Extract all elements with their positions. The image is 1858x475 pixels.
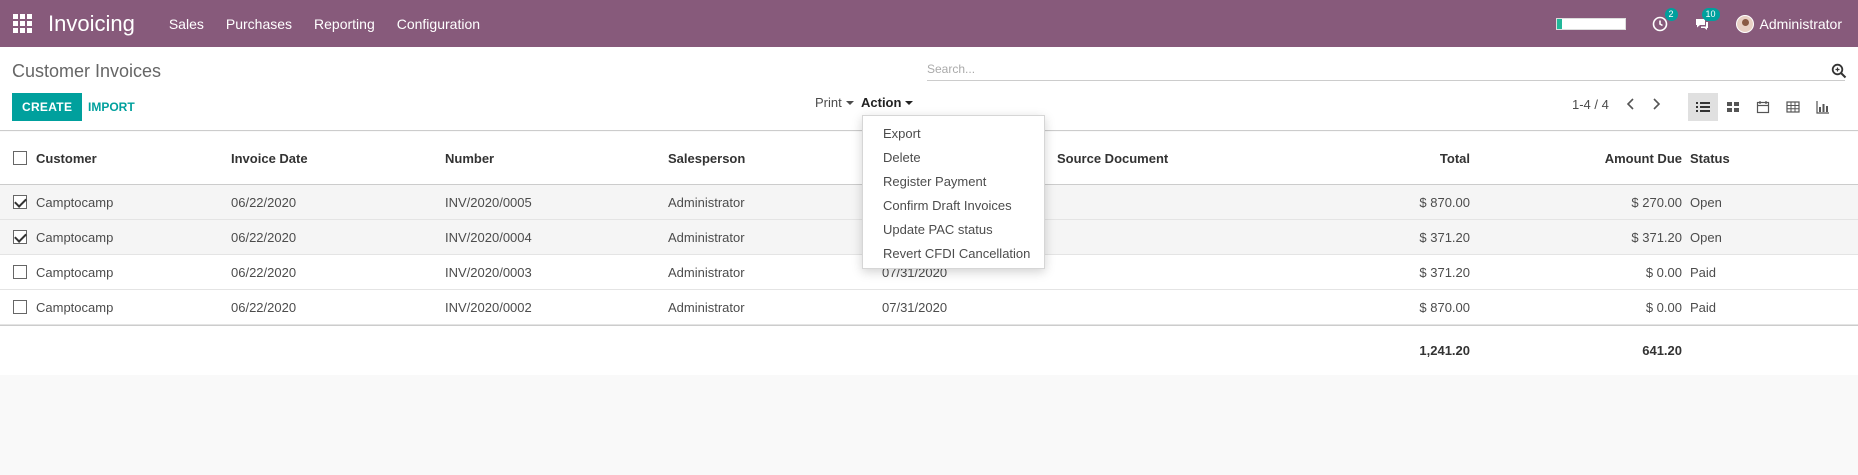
messages-button[interactable]: 10 bbox=[1694, 7, 1720, 32]
cell-status: Open bbox=[1690, 229, 1722, 245]
action-label: Action bbox=[861, 95, 902, 110]
footer-total: 1,241.20 bbox=[1419, 343, 1470, 358]
cell-number: INV/2020/0003 bbox=[445, 264, 532, 280]
action-dropdown-menu: Export Delete Register Payment Confirm D… bbox=[862, 115, 1045, 269]
cell-customer: Camptocamp bbox=[36, 299, 114, 315]
column-header-amount-due[interactable]: Amount Due bbox=[1510, 132, 1682, 184]
table-footer-row: 1,241.20 641.20 bbox=[0, 325, 1858, 375]
calendar-view-button[interactable] bbox=[1748, 93, 1778, 121]
kanban-icon bbox=[1727, 102, 1739, 112]
cell-salesperson: Administrator bbox=[668, 194, 745, 210]
column-header-status[interactable]: Status bbox=[1690, 132, 1730, 184]
graph-view-button[interactable] bbox=[1808, 93, 1838, 121]
column-header-number[interactable]: Number bbox=[445, 132, 494, 184]
cell-due-date: 07/31/2020 bbox=[882, 299, 948, 315]
search-icon[interactable] bbox=[1831, 63, 1847, 79]
cell-amount-due: $ 0.00 bbox=[1645, 299, 1682, 315]
top-navbar: Invoicing Sales Purchases Reporting Conf… bbox=[0, 0, 1858, 47]
list-view-button[interactable] bbox=[1688, 93, 1718, 121]
menu-item-export[interactable]: Export bbox=[863, 122, 1044, 146]
cell-number: INV/2020/0002 bbox=[445, 299, 532, 315]
menu-item-delete[interactable]: Delete bbox=[863, 146, 1044, 170]
table-icon bbox=[1786, 101, 1800, 113]
chevron-down-icon bbox=[845, 100, 854, 105]
bar-chart-icon bbox=[1816, 101, 1829, 114]
cell-customer: Camptocamp bbox=[36, 264, 114, 280]
cell-amount-due: $ 270.00 bbox=[1631, 194, 1682, 210]
row-checkbox[interactable] bbox=[13, 195, 27, 209]
menu-item-confirm-draft-invoices[interactable]: Confirm Draft Invoices bbox=[863, 194, 1044, 218]
calendar-icon bbox=[1756, 101, 1770, 114]
activity-button[interactable]: 2 bbox=[1652, 7, 1678, 32]
pivot-view-button[interactable] bbox=[1778, 93, 1808, 121]
progress-indicator bbox=[1555, 17, 1626, 30]
cell-salesperson: Administrator bbox=[668, 264, 745, 280]
breadcrumb: Customer Invoices bbox=[12, 61, 162, 81]
list-icon bbox=[1696, 102, 1710, 112]
pager-value[interactable]: 1-4 / 4 bbox=[1572, 97, 1609, 112]
create-button[interactable]: CREATE bbox=[12, 93, 83, 121]
chevron-down-icon bbox=[905, 100, 914, 105]
activity-badge: 2 bbox=[1664, 7, 1678, 21]
table-row[interactable]: Camptocamp 06/22/2020 INV/2020/0002 Admi… bbox=[0, 290, 1858, 325]
cell-number: INV/2020/0005 bbox=[445, 194, 532, 210]
cell-customer: Camptocamp bbox=[36, 194, 114, 210]
cell-invoice-date: 06/22/2020 bbox=[231, 229, 297, 245]
cell-status: Paid bbox=[1690, 264, 1717, 280]
column-header-invoice-date[interactable]: Invoice Date bbox=[231, 132, 308, 184]
cell-salesperson: Administrator bbox=[668, 229, 745, 245]
avatar[interactable] bbox=[1735, 14, 1754, 33]
chevron-right-icon[interactable] bbox=[1649, 97, 1663, 111]
footer-amount-due: 641.20 bbox=[1642, 343, 1682, 358]
menu-configuration[interactable]: Configuration bbox=[397, 16, 480, 32]
row-checkbox[interactable] bbox=[13, 300, 27, 314]
search-input[interactable] bbox=[927, 59, 1845, 79]
cell-status: Paid bbox=[1690, 299, 1717, 315]
select-all-checkbox[interactable] bbox=[13, 151, 27, 165]
menu-reporting[interactable]: Reporting bbox=[314, 16, 375, 32]
cell-number: INV/2020/0004 bbox=[445, 229, 532, 245]
menu-item-update-pac-status[interactable]: Update PAC status bbox=[863, 218, 1044, 242]
cell-invoice-date: 06/22/2020 bbox=[231, 264, 297, 280]
cell-total: $ 870.00 bbox=[1419, 299, 1470, 315]
cell-status: Open bbox=[1690, 194, 1722, 210]
cell-amount-due: $ 371.20 bbox=[1631, 229, 1682, 245]
menu-sales[interactable]: Sales bbox=[169, 16, 204, 32]
print-dropdown[interactable]: Print bbox=[815, 95, 854, 110]
column-header-total[interactable]: Total bbox=[1300, 132, 1470, 184]
action-dropdown[interactable]: Action bbox=[861, 95, 914, 110]
row-checkbox[interactable] bbox=[13, 230, 27, 244]
cell-invoice-date: 06/22/2020 bbox=[231, 299, 297, 315]
cell-amount-due: $ 0.00 bbox=[1645, 264, 1682, 280]
column-header-customer[interactable]: Customer bbox=[36, 132, 97, 184]
menu-item-register-payment[interactable]: Register Payment bbox=[863, 170, 1044, 194]
import-button[interactable]: IMPORT bbox=[82, 93, 141, 121]
app-title[interactable]: Invoicing bbox=[48, 11, 135, 37]
cell-total: $ 870.00 bbox=[1419, 194, 1470, 210]
kanban-view-button[interactable] bbox=[1718, 93, 1748, 121]
cell-salesperson: Administrator bbox=[668, 299, 745, 315]
cell-customer: Camptocamp bbox=[36, 229, 114, 245]
search-bar bbox=[927, 59, 1847, 81]
chevron-left-icon[interactable] bbox=[1624, 97, 1638, 111]
progress-fill bbox=[1556, 18, 1562, 29]
print-label: Print bbox=[815, 95, 842, 110]
user-menu[interactable]: Administrator bbox=[1760, 16, 1842, 32]
cell-total: $ 371.20 bbox=[1419, 229, 1470, 245]
column-header-salesperson[interactable]: Salesperson bbox=[668, 132, 745, 184]
cell-invoice-date: 06/22/2020 bbox=[231, 194, 297, 210]
apps-grid-icon[interactable] bbox=[12, 14, 32, 34]
menu-purchases[interactable]: Purchases bbox=[226, 16, 292, 32]
cell-total: $ 371.20 bbox=[1419, 264, 1470, 280]
row-checkbox[interactable] bbox=[13, 265, 27, 279]
messages-badge: 10 bbox=[1701, 7, 1720, 21]
column-header-source-document[interactable]: Source Document bbox=[1057, 132, 1168, 184]
menu-item-revert-cfdi-cancellation[interactable]: Revert CFDI Cancellation bbox=[863, 242, 1044, 266]
